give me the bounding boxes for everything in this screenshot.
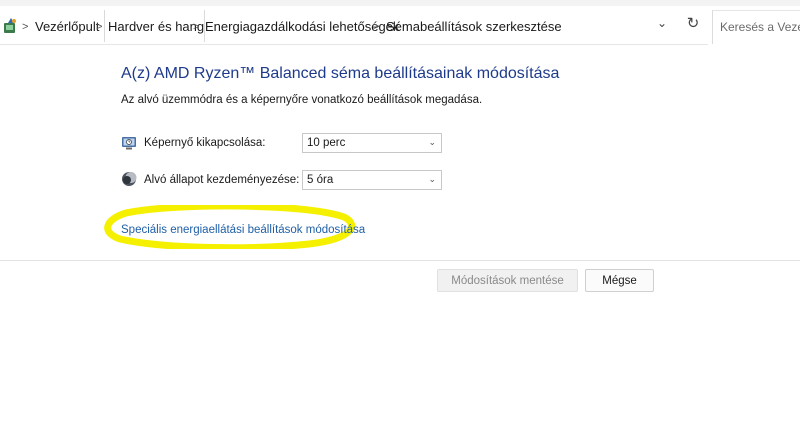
breadcrumb-item-edit-plan[interactable]: Sémabeállítások szerkesztése [386, 19, 562, 34]
screen-off-select[interactable]: 10 perc ⌄ [302, 133, 442, 153]
moon-icon [122, 172, 137, 186]
control-panel-icon [4, 18, 16, 33]
save-changes-button[interactable]: Módosítások mentése [437, 269, 578, 292]
breadcrumb-separator: > [373, 21, 380, 33]
divider [0, 260, 800, 261]
breadcrumb-separator: > [22, 21, 29, 33]
chevron-down-icon: ⌄ [428, 137, 436, 147]
breadcrumb-separator: > [96, 21, 103, 33]
breadcrumb-item-hardware-sound[interactable]: Hardver és hang [108, 19, 204, 34]
breadcrumb-item-power-options[interactable]: Energiagazdálkodási lehetőségek [205, 19, 399, 34]
page-subtitle: Az alvó üzemmódra és a képernyőre vonatk… [121, 94, 483, 106]
sleep-select[interactable]: 5 óra ⌄ [302, 170, 442, 190]
breadcrumb-item-control-panel[interactable]: Vezérlőpult [35, 19, 99, 34]
screen-off-label: Képernyő kikapcsolása: [144, 137, 266, 149]
address-bar[interactable]: > Vezérlőpult > Hardver és hang > Energi… [0, 8, 708, 45]
cancel-button[interactable]: Mégse [585, 269, 654, 292]
chevron-down-icon: ⌄ [428, 174, 436, 184]
sleep-value: 5 óra [307, 174, 334, 186]
search-input[interactable]: Keresés a Vezérlőpulton [712, 10, 800, 44]
screen-off-value: 10 perc [307, 137, 346, 149]
advanced-power-settings-link[interactable]: Speciális energiaellátási beállítások mó… [121, 224, 365, 236]
monitor-icon [122, 137, 136, 150]
breadcrumb-separator: > [193, 21, 200, 33]
window-top-strip [0, 0, 800, 6]
refresh-icon[interactable]: ↻ [683, 14, 703, 36]
chevron-down-icon[interactable]: ⌄ [652, 16, 672, 36]
sleep-label: Alvó állapot kezdeményezése: [144, 174, 300, 186]
page-title: A(z) AMD Ryzen™ Balanced séma beállítása… [121, 65, 560, 82]
